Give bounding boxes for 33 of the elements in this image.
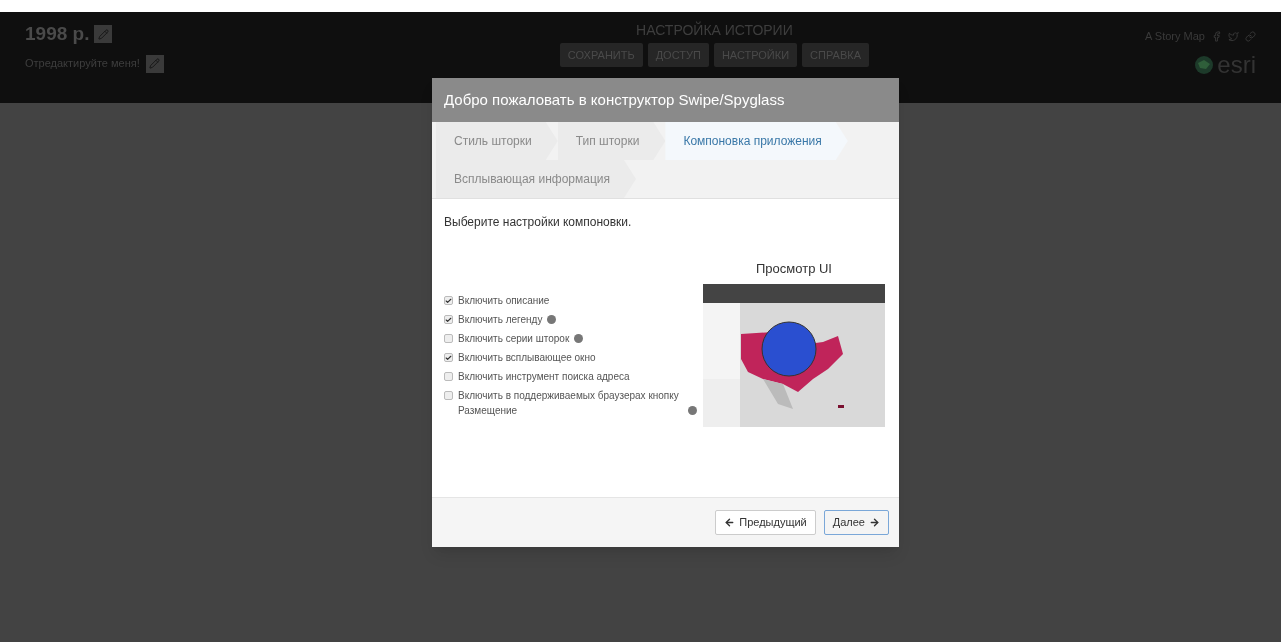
help-icon[interactable] <box>547 315 557 324</box>
help-icon[interactable] <box>574 334 584 343</box>
edit-icon[interactable] <box>94 25 113 44</box>
option-checkbox[interactable] <box>444 372 453 381</box>
facebook-icon[interactable] <box>1211 30 1222 42</box>
arrow-right-icon <box>869 517 880 528</box>
twitter-icon[interactable] <box>1228 30 1239 42</box>
option-label: Включить описание <box>458 294 550 308</box>
option-label: Включить всплывающее окно <box>458 351 596 365</box>
option-checkbox[interactable] <box>444 353 453 362</box>
option-checkbox[interactable] <box>444 334 453 343</box>
wizard-step[interactable]: Стиль шторки <box>436 122 558 160</box>
wizard-step[interactable]: Всплывающая информация <box>436 160 636 198</box>
option-label: Включить в поддерживаемых браузерах кнопку Размещение <box>458 389 680 418</box>
option-checkbox[interactable] <box>444 296 453 305</box>
arrow-left-icon <box>724 517 736 528</box>
help-icon[interactable] <box>688 406 697 415</box>
previous-button[interactable]: Предыдущий <box>715 510 816 535</box>
wizard-step[interactable]: Компоновка приложения <box>665 122 848 160</box>
dialog-title: Добро пожаловать в конструктор Swipe/Spyglass <box>444 89 785 110</box>
globe-icon <box>1194 54 1215 75</box>
preview-title: Просмотр UI <box>756 260 832 278</box>
wizard-step[interactable]: Тип шторки <box>557 122 666 160</box>
story-title: 1998 р. <box>25 22 90 46</box>
option-label: Включить легенду <box>458 313 543 327</box>
link-icon[interactable] <box>1245 30 1256 42</box>
instruction-text: Выберите настройки компоновки. <box>444 214 633 231</box>
edit-icon[interactable] <box>145 54 164 73</box>
next-button[interactable]: Далее <box>823 510 889 535</box>
option-checkbox[interactable] <box>444 315 453 324</box>
option-label: Включить инструмент поиска адреса <box>458 370 630 384</box>
option-checkbox[interactable] <box>444 391 453 400</box>
option-label: Включить серии шторок <box>458 332 570 346</box>
